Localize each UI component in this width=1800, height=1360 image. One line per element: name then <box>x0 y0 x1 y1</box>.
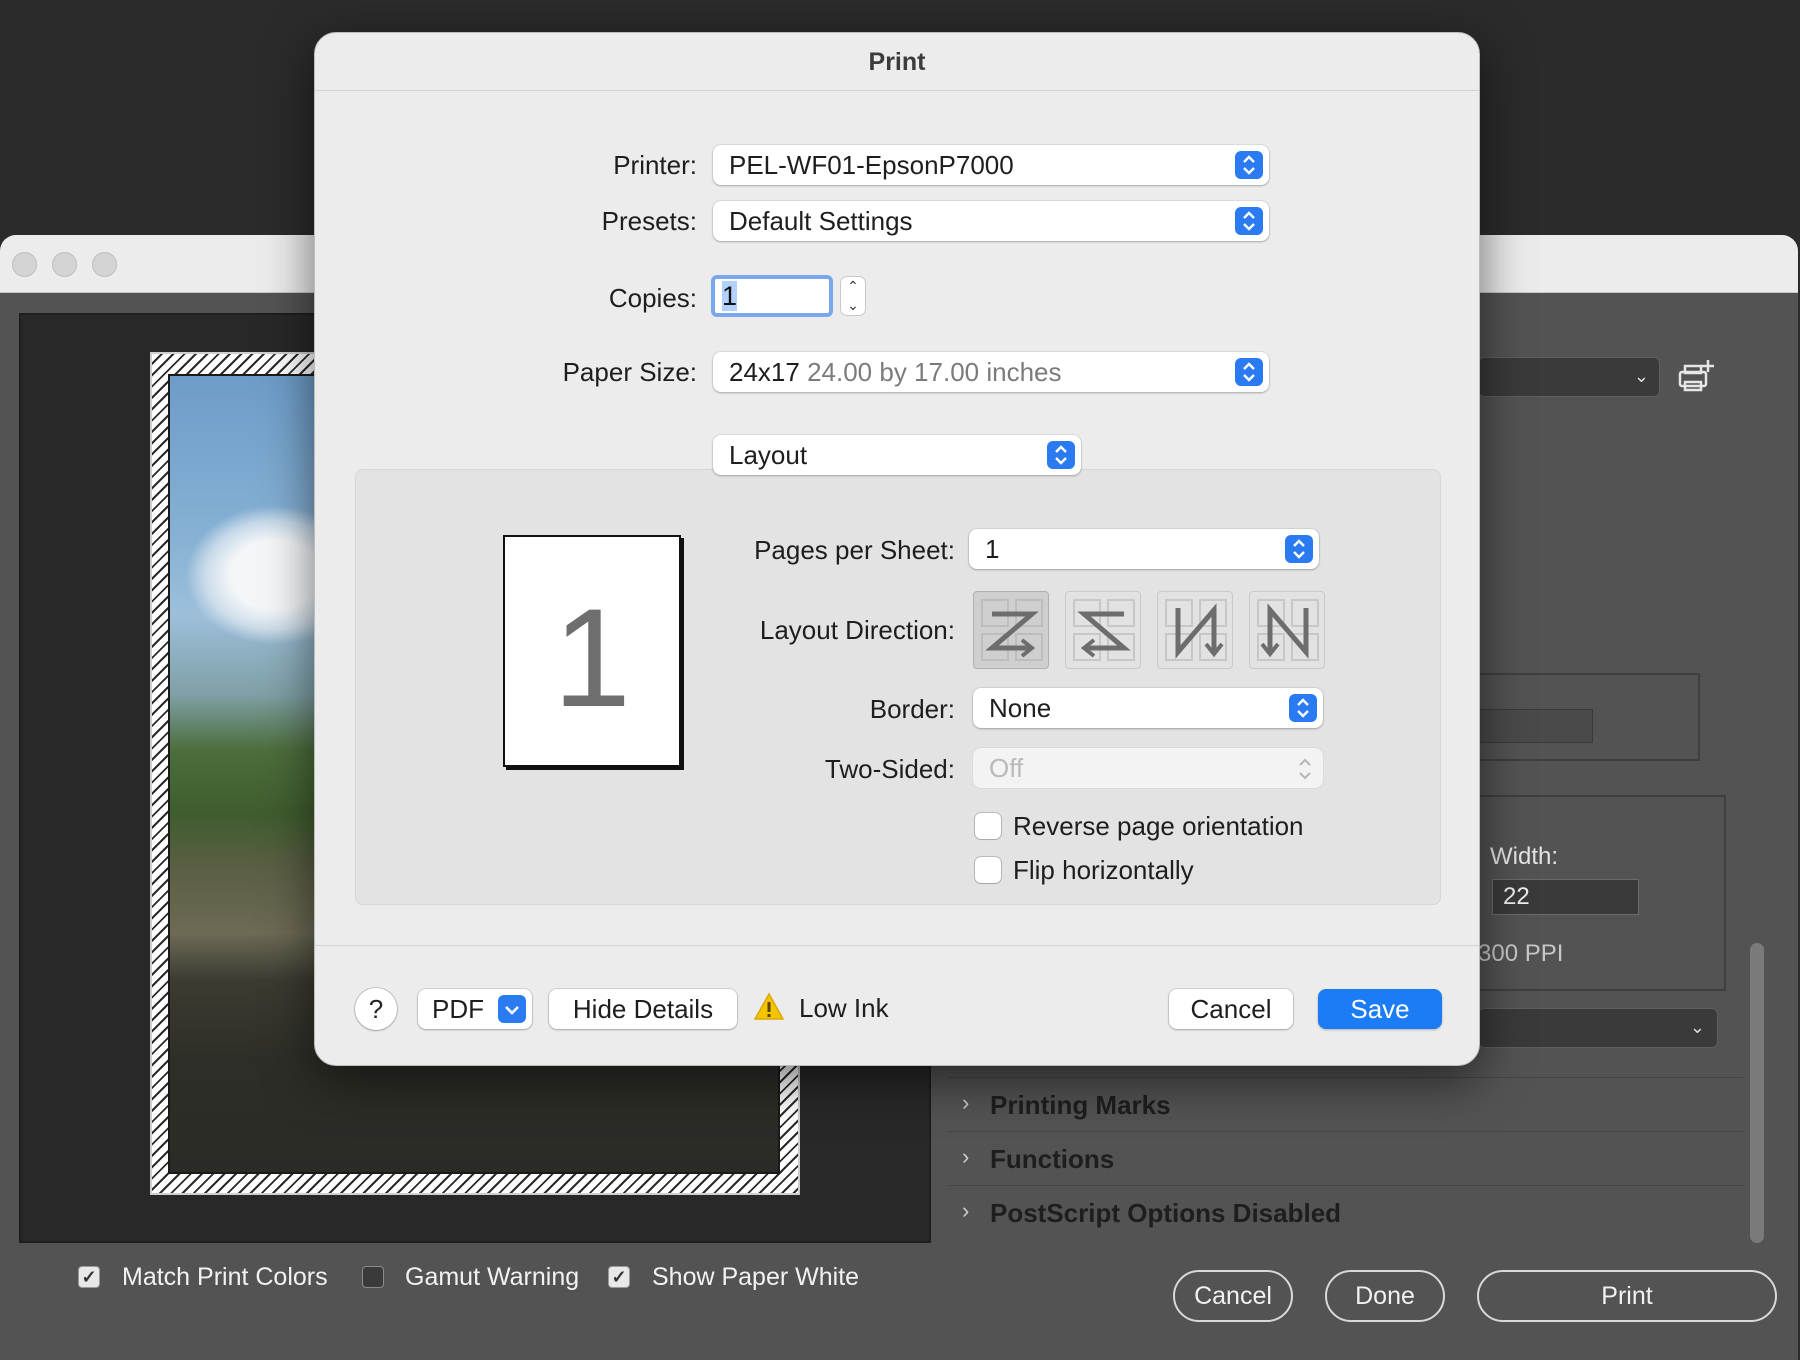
close-window-button[interactable] <box>12 252 37 277</box>
print-dialog: Print Printer: PEL-WF01-EpsonP7000 Prese… <box>314 32 1480 1066</box>
printer-label: Printer: <box>613 150 697 180</box>
presets-label: Presets: <box>601 206 697 236</box>
border-label: Border: <box>869 694 955 724</box>
option-select-background[interactable]: ⌄ <box>1478 1008 1718 1048</box>
pdf-label: PDF <box>432 994 484 1024</box>
reverse-page-orientation-label: Reverse page orientation <box>1013 811 1304 841</box>
printer-popup[interactable]: PEL-WF01-EpsonP7000 <box>713 145 1269 185</box>
save-button[interactable]: Save <box>1318 989 1442 1029</box>
paper-size-detail: 24.00 by 17.00 inches <box>807 357 1062 387</box>
footer-divider <box>315 945 1479 946</box>
section-label: Printing Marks <box>990 1090 1171 1120</box>
layout-z-icon <box>981 599 1043 661</box>
cancel-button-background[interactable]: Cancel <box>1173 1270 1293 1322</box>
chevron-down-icon: ⌄ <box>1689 1017 1705 1037</box>
layout-page-preview: 1 <box>503 535 681 767</box>
pages-per-sheet-label: Pages per Sheet: <box>754 535 955 565</box>
flip-horizontally-label: Flip horizontally <box>1013 855 1194 885</box>
two-sided-label: Two-Sided: <box>824 754 955 784</box>
hide-details-button[interactable]: Hide Details <box>549 989 737 1029</box>
settings-field[interactable] <box>1478 709 1593 743</box>
gamut-warning-label: Gamut Warning <box>405 1263 580 1291</box>
chevron-right-icon: › <box>962 1144 970 1169</box>
border-popup[interactable]: None <box>973 688 1323 728</box>
layout-direction-reverse-z-button[interactable] <box>1065 591 1141 669</box>
section-popup-value: Layout <box>729 440 808 470</box>
width-label: Width: <box>1490 843 1559 870</box>
up-down-arrows-icon <box>1235 151 1263 179</box>
section-label: PostScript Options Disabled <box>990 1198 1342 1228</box>
border-value: None <box>989 693 1052 723</box>
section-postscript-options[interactable]: › PostScript Options Disabled <box>948 1185 1743 1237</box>
copies-stepper[interactable]: ⌃ ⌄ <box>841 277 865 315</box>
flip-horizontally-checkbox[interactable] <box>975 857 1001 883</box>
layout-n-icon <box>1165 599 1227 661</box>
printer-select-background[interactable]: ⌄ <box>1478 357 1660 397</box>
chevron-down-icon: ⌄ <box>1633 366 1649 386</box>
section-printing-marks[interactable]: › Printing Marks <box>948 1077 1743 1129</box>
print-button[interactable]: Print <box>1477 1270 1777 1322</box>
cancel-button[interactable]: Cancel <box>1169 989 1293 1029</box>
copies-value: 1 <box>722 281 738 311</box>
zoom-window-button[interactable] <box>92 252 117 277</box>
match-print-colors-checkbox[interactable]: ✓ <box>78 1266 100 1288</box>
pdf-menu-button[interactable]: PDF <box>418 989 532 1029</box>
printer-value: PEL-WF01-EpsonP7000 <box>729 150 1014 180</box>
warning-icon <box>753 992 785 1020</box>
resolution-label: 300 PPI <box>1478 940 1564 967</box>
paper-size-label: Paper Size: <box>562 357 697 387</box>
dialog-title: Print <box>315 33 1479 91</box>
help-button[interactable]: ? <box>355 988 397 1030</box>
layout-direction-n-button[interactable] <box>1157 591 1233 669</box>
presets-value: Default Settings <box>729 206 913 236</box>
section-popup[interactable]: Layout <box>713 435 1081 475</box>
preview-page-number: 1 <box>553 579 631 736</box>
done-button[interactable]: Done <box>1325 1270 1445 1322</box>
minimize-window-button[interactable] <box>52 252 77 277</box>
reverse-page-orientation-checkbox[interactable] <box>975 813 1001 839</box>
chevron-right-icon: › <box>962 1198 970 1223</box>
copies-label: Copies: <box>608 283 697 313</box>
paper-size-popup[interactable]: 24x17 24.00 by 17.00 inches <box>713 352 1269 392</box>
up-down-arrows-icon <box>1285 535 1313 563</box>
up-down-arrows-icon <box>1289 694 1317 722</box>
up-down-arrows-icon <box>1235 358 1263 386</box>
show-paper-white-label: Show Paper White <box>652 1263 860 1291</box>
section-label: Functions <box>990 1144 1115 1174</box>
chevron-down-icon <box>498 995 526 1023</box>
layout-direction-label: Layout Direction: <box>759 615 955 645</box>
layout-direction-reverse-n-button[interactable] <box>1249 591 1325 669</box>
printer-settings-icon[interactable] <box>1676 358 1714 392</box>
two-sided-popup: Off <box>973 748 1323 788</box>
width-input[interactable]: 22 <box>1492 879 1639 915</box>
up-down-arrows-icon <box>1297 754 1313 794</box>
layout-reverse-n-icon <box>1257 599 1319 661</box>
cloud-shape <box>185 505 335 645</box>
low-ink-status: Low Ink <box>799 993 889 1023</box>
layout-reverse-z-icon <box>1073 599 1135 661</box>
pages-per-sheet-popup[interactable]: 1 <box>969 529 1319 569</box>
up-down-arrows-icon <box>1047 441 1075 469</box>
presets-popup[interactable]: Default Settings <box>713 201 1269 241</box>
up-down-arrows-icon <box>1235 207 1263 235</box>
two-sided-value: Off <box>989 753 1024 783</box>
chevron-up-icon[interactable]: ⌃ <box>841 277 865 296</box>
scrollbar[interactable] <box>1750 943 1764 1243</box>
pages-per-sheet-value: 1 <box>985 534 1000 564</box>
chevron-down-icon[interactable]: ⌄ <box>841 296 865 315</box>
copies-input[interactable]: 1 <box>711 275 833 317</box>
chevron-right-icon: › <box>962 1090 970 1115</box>
section-functions[interactable]: › Functions <box>948 1131 1743 1183</box>
layout-direction-z-button[interactable] <box>973 591 1049 669</box>
gamut-warning-checkbox[interactable] <box>362 1266 384 1288</box>
show-paper-white-checkbox[interactable]: ✓ <box>608 1266 630 1288</box>
paper-size-value: 24x17 <box>729 357 800 387</box>
match-print-colors-label: Match Print Colors <box>122 1263 328 1291</box>
